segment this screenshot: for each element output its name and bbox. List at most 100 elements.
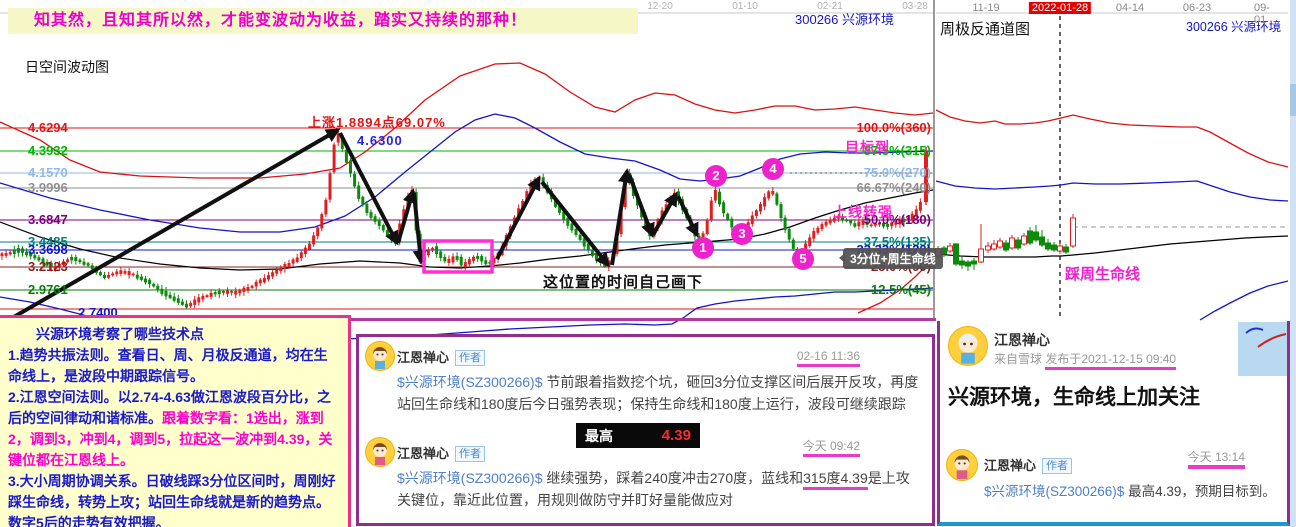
candlestick [919, 202, 922, 211]
highlighted-date-tick: 2022-01-28 [1029, 2, 1091, 14]
gann-price-label: 4.6294 [28, 120, 68, 135]
candlestick [825, 222, 828, 226]
candlestick [374, 216, 377, 222]
post-author[interactable]: 江恩禅心 [994, 330, 1050, 350]
candlestick [177, 298, 180, 303]
candlestick [181, 302, 184, 305]
wave-point-marker-1: 1 [692, 237, 714, 259]
comment-author[interactable]: 江恩禅心作者 [984, 455, 1072, 474]
comment-timestamp: 02-16 11:36 [797, 349, 860, 363]
daily-date-tick: 02-21 [817, 1, 843, 12]
comment-text: 最高4.39，预期目标到。 [1124, 484, 1276, 499]
candlestick [292, 259, 295, 263]
candlestick [767, 191, 770, 198]
weekly-candlestick [966, 262, 971, 266]
weekly-upper-channel-line [936, 110, 1288, 167]
candlestick [275, 270, 278, 274]
candlestick [185, 304, 188, 308]
weekly-candlestick [1028, 231, 1033, 243]
chart-annotation-tooltip: 3分位+周生命线 [843, 248, 943, 269]
candlestick [288, 263, 291, 267]
scrollbar-thumb[interactable] [1290, 84, 1296, 116]
weekly-candlestick [979, 249, 984, 262]
weekly-candlestick [1004, 243, 1009, 250]
candlestick [726, 214, 729, 220]
avatar[interactable] [365, 341, 395, 371]
weekly-candlestick [1064, 247, 1069, 252]
candlestick [312, 235, 315, 244]
avatar[interactable] [948, 326, 988, 366]
wave-point-marker-4: 4 [762, 158, 784, 180]
scrollbar-track[interactable] [1290, 0, 1296, 527]
weekly-candlestick [1010, 238, 1015, 248]
candlestick [115, 271, 118, 274]
author-badge: 作者 [1042, 458, 1072, 474]
trend-arrow [678, 196, 697, 235]
avatar[interactable] [946, 449, 978, 481]
candlestick [148, 280, 151, 284]
stock-link[interactable]: $兴源环境(SZ300266)$ [984, 484, 1124, 499]
candlestick [357, 185, 360, 198]
screenshot-root: 知其然，且知其所以然，才能变波动为收益，踏实又持续的那种！ 日空间波动图 300… [0, 0, 1296, 527]
trend-arrow [398, 191, 413, 243]
candlestick [242, 288, 245, 292]
comment-body: $兴源环境(SZ300266)$ 节前跟着指数挖个坑，砸回3分位支撑区间后展开反… [397, 371, 919, 415]
comment-author[interactable]: 江恩禅心作者 [397, 347, 485, 366]
weekly-chart-title: 周极反通道图 [940, 18, 1030, 39]
comment-author[interactable]: 江恩禅心作者 [397, 443, 485, 462]
weekly-date-tick: 09-01 [1254, 2, 1282, 26]
pen-scribble [1238, 322, 1287, 376]
candlestick [99, 272, 102, 275]
candlestick [136, 275, 139, 279]
candlestick [271, 272, 274, 276]
candlestick [435, 246, 438, 254]
candlestick [283, 264, 286, 269]
candlestick [222, 291, 225, 293]
candlestick [169, 295, 172, 298]
candlestick [333, 145, 336, 172]
daily-date-tick: 03-28 [902, 1, 928, 12]
candlestick [443, 257, 446, 261]
candlestick [144, 279, 147, 283]
comment-body: $兴源环境(SZ300266)$ 继续强势，踩着240度冲击270度，蓝线和31… [397, 467, 919, 511]
candlestick [468, 259, 471, 264]
candlestick [570, 224, 573, 231]
candlestick [349, 160, 352, 173]
candlestick [107, 275, 110, 278]
timestamp-text: 今天 09:42 [803, 439, 860, 457]
candlestick [165, 291, 168, 297]
candlestick [87, 263, 90, 265]
top-price-label: 4.6300 [357, 133, 403, 148]
author-name: 江恩禅心 [397, 350, 449, 365]
timestamp-text: 02-16 11:36 [797, 349, 860, 367]
avatar[interactable] [365, 437, 395, 467]
candlestick [78, 260, 81, 262]
stock-link[interactable]: $兴源环境(SZ300266)$ [397, 470, 543, 486]
gann-price-label: 3.6847 [28, 212, 68, 227]
high-value: 4.39 [662, 427, 691, 444]
candlestick [173, 297, 176, 301]
post-title[interactable]: 兴源环境，生命线上加关注 [948, 381, 1200, 411]
candlestick [234, 291, 237, 295]
author-badge: 作者 [455, 350, 485, 366]
comment-timestamp: 今天 13:14 [1188, 448, 1245, 465]
weekly-candlestick [1046, 243, 1051, 249]
candlestick [111, 273, 114, 275]
stock-link[interactable]: $兴源环境(SZ300266)$ [397, 374, 543, 390]
candlestick [710, 201, 713, 220]
candlestick [771, 191, 774, 195]
candlestick [378, 220, 381, 226]
weekly-candlestick [1058, 246, 1063, 251]
candlestick [439, 251, 442, 258]
candlestick [296, 257, 299, 261]
page-background-block [1238, 322, 1287, 376]
weekly-candlestick [1071, 218, 1076, 246]
candlestick [320, 214, 323, 228]
candlestick [247, 287, 250, 291]
weekly-candlestick [986, 246, 991, 250]
turn-strong-label: 上线转强 [833, 202, 893, 222]
candlestick [17, 248, 20, 253]
candlestick [267, 275, 270, 279]
candlestick [353, 174, 356, 187]
candlestick [197, 297, 200, 302]
